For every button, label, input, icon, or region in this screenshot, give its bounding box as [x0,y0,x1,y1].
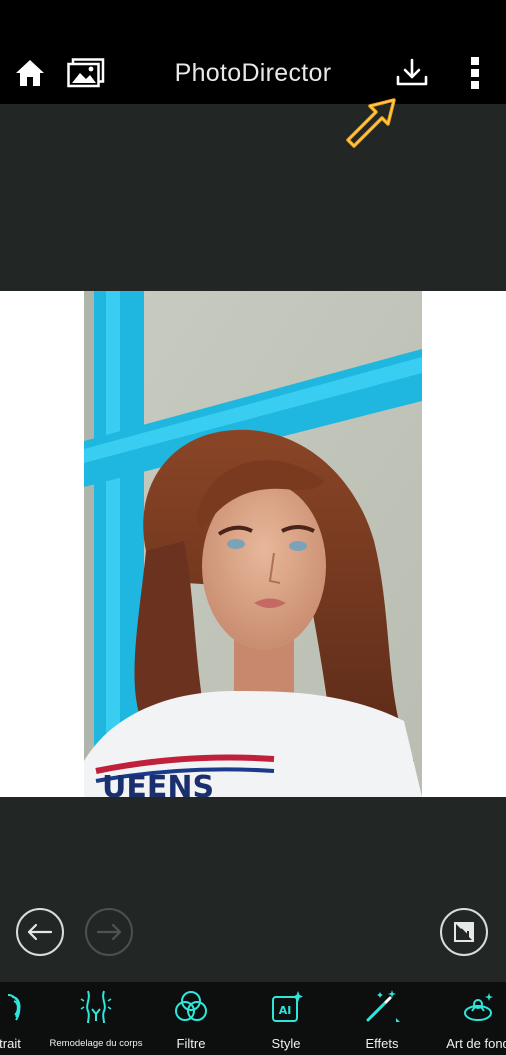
redo-button[interactable] [85,908,133,956]
tool-effects[interactable]: Effets [334,982,430,1055]
magic-wand-icon [366,990,400,1022]
background-art-icon [464,993,493,1021]
pointer-arrow-icon [346,98,396,148]
tool-style[interactable]: AI Style [238,982,334,1055]
tool-body-reshape[interactable]: Remodelage du corps [48,982,144,1055]
portrait-photo: UEENS [84,291,422,797]
gallery-icon [67,58,105,88]
filter-icon [175,991,207,1021]
shirt-text: UEENS [102,770,214,797]
svg-text:AI: AI [279,1004,292,1017]
home-button[interactable] [10,42,50,104]
body-reshape-icon [80,990,112,1024]
tool-background-art[interactable]: Art de fond [430,982,506,1055]
top-bar [0,42,506,104]
undo-button[interactable] [16,908,64,956]
more-vertical-icon [471,57,479,89]
more-menu-button[interactable] [460,42,490,104]
compare-icon [454,922,474,942]
portrait-icon [7,994,21,1021]
compare-button[interactable] [440,908,488,956]
photo-preview[interactable]: UEENS [84,291,422,797]
tool-filter[interactable]: Filtre [143,982,239,1055]
home-icon [16,60,44,86]
gallery-button[interactable] [66,42,106,104]
ai-style-icon: AI [272,991,303,1022]
download-icon [396,58,428,86]
status-bar [0,0,506,42]
undo-icon [27,923,53,941]
redo-icon [96,923,122,941]
